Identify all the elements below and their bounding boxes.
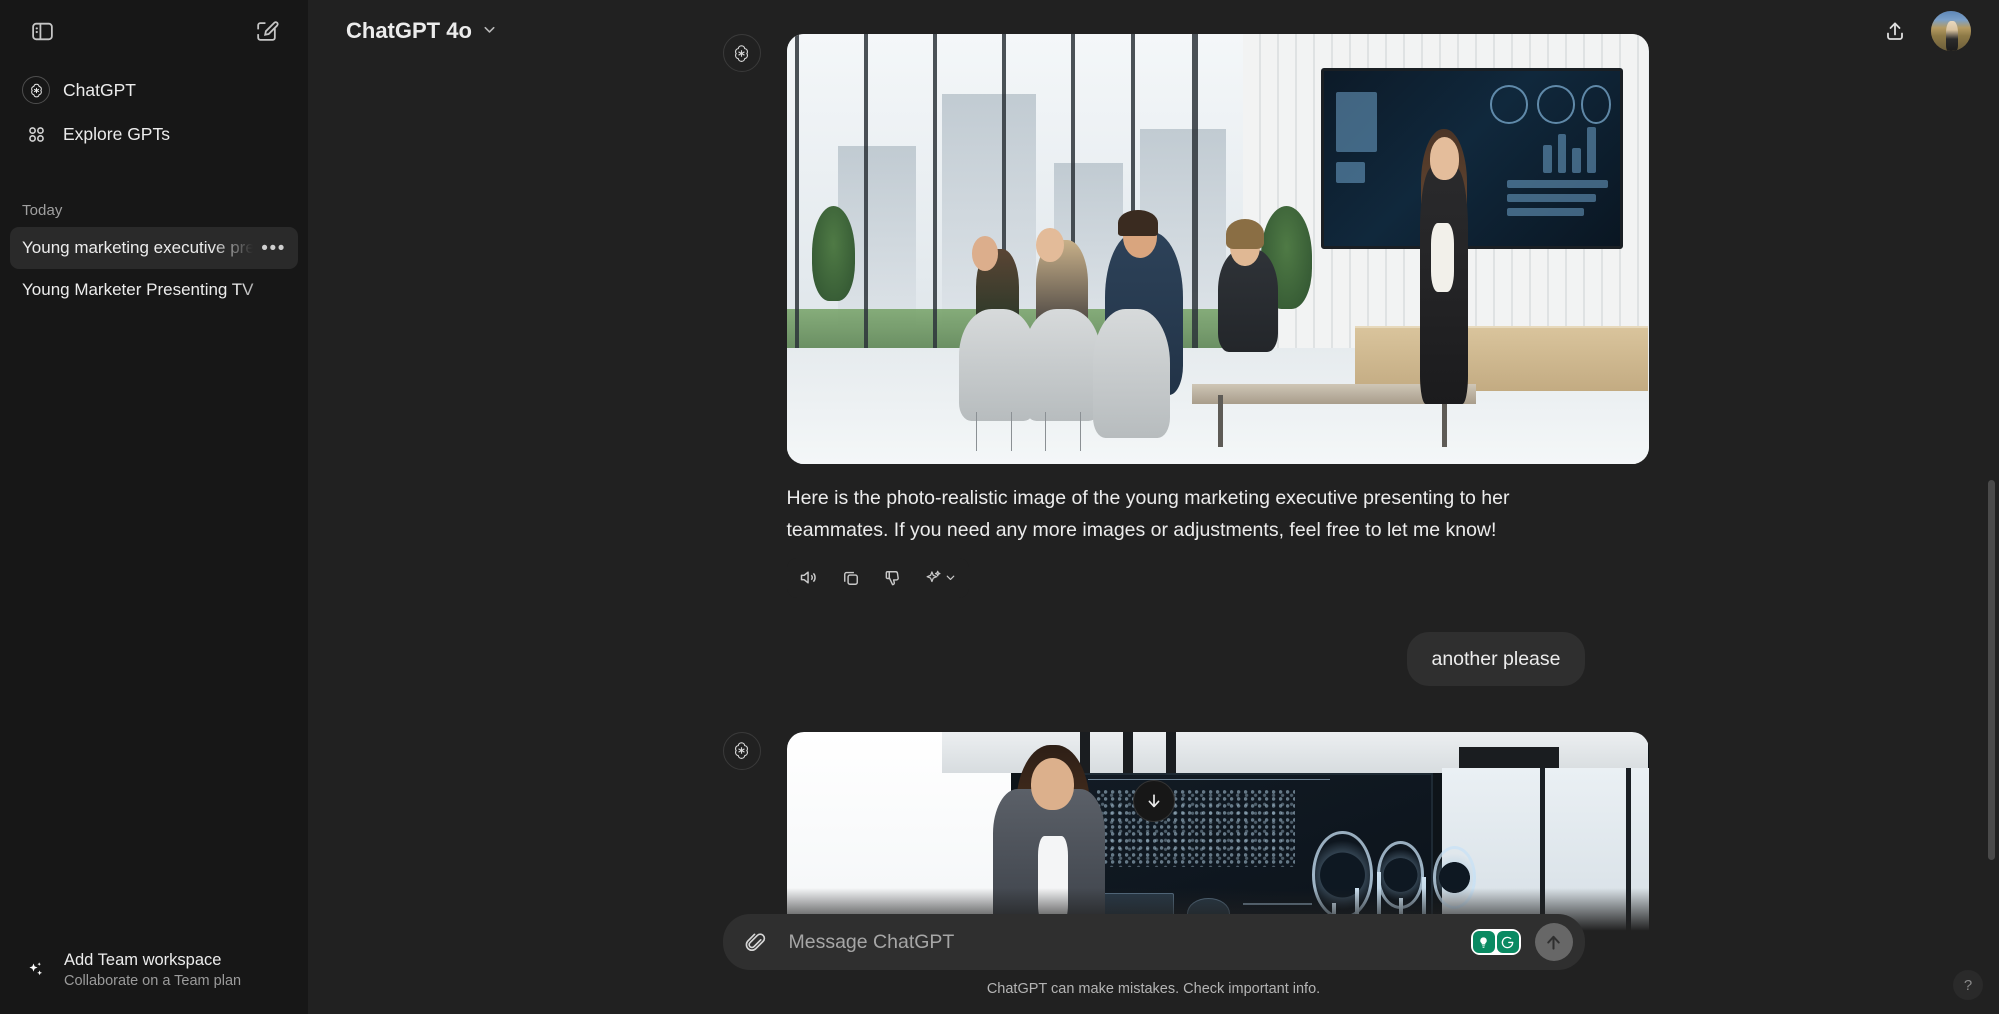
composer-area: ChatGPT can make mistakes. Check importa… — [308, 888, 1999, 1014]
thumbs-down-icon[interactable] — [875, 560, 911, 596]
sparkles-icon — [22, 957, 50, 985]
grammarly-suggestion-icon[interactable] — [1472, 931, 1495, 953]
message-thread: Here is the photo-realistic image of the… — [722, 0, 1649, 992]
grid-squares-icon — [22, 120, 50, 148]
conversation-scroll-area[interactable]: Here is the photo-realistic image of the… — [308, 0, 1999, 1014]
sparkle-icon[interactable] — [917, 560, 965, 596]
user-avatar[interactable] — [1931, 11, 1971, 51]
sidebar-item-label: Explore GPTs — [63, 123, 170, 144]
user-message-row: another please — [723, 631, 1585, 686]
grammarly-logo-icon[interactable] — [1496, 931, 1519, 953]
sidebar-nav: ChatGPT Explore GPTs — [0, 68, 308, 156]
sidebar-section-today: Today — [22, 202, 63, 219]
chatgpt-app: ChatGPT Explore GPTs Today Young marketi… — [0, 0, 1999, 1014]
sidebar-item-chatgpt[interactable]: ChatGPT — [10, 68, 298, 112]
openai-logo-icon — [22, 76, 50, 104]
sidebar-toggle-icon[interactable] — [22, 11, 62, 51]
chat-history-list: Young marketing executive pre ••• Young … — [0, 227, 308, 311]
speaker-icon[interactable] — [791, 560, 827, 596]
send-button[interactable] — [1534, 923, 1573, 961]
sidebar-header — [0, 0, 308, 62]
paperclip-icon[interactable] — [737, 923, 775, 961]
model-selector[interactable]: ChatGPT 4o — [334, 11, 510, 51]
scroll-to-bottom-button[interactable] — [1132, 780, 1175, 822]
chat-title: Young marketing executive pre — [22, 238, 254, 257]
add-team-workspace-button[interactable]: Add Team workspace Collaborate on a Team… — [10, 941, 298, 1000]
copy-icon[interactable] — [833, 560, 869, 596]
chevron-down-icon — [481, 18, 498, 44]
assistant-message-text: Here is the photo-realistic image of the… — [786, 487, 1510, 541]
user-message-bubble: another please — [1407, 631, 1585, 686]
model-name: ChatGPT 4o — [346, 18, 472, 43]
share-upload-icon[interactable] — [1875, 11, 1915, 51]
openai-logo-icon — [722, 731, 761, 770]
team-workspace-subtitle: Collaborate on a Team plan — [64, 972, 242, 989]
team-workspace-title: Add Team workspace — [64, 951, 222, 970]
grammarly-extension-badges[interactable] — [1470, 929, 1521, 955]
disclaimer-text: ChatGPT can make mistakes. Check importa… — [986, 981, 1321, 997]
sidebar-item-explore-gpts[interactable]: Explore GPTs — [10, 112, 298, 156]
main-panel: ChatGPT 4o Here is the photo-realistic i… — [308, 0, 1999, 1014]
chat-history-item-active[interactable]: Young marketing executive pre ••• — [10, 227, 298, 269]
chat-history-item[interactable]: Young Marketer Presenting TV — [10, 269, 298, 311]
chat-options-icon[interactable]: ••• — [253, 239, 286, 258]
generated-image-conference-room[interactable] — [786, 34, 1649, 464]
assistant-message: Here is the photo-realistic image of the… — [722, 0, 1649, 598]
new-chat-pencil-icon[interactable] — [246, 11, 286, 51]
sidebar-footer: Add Team workspace Collaborate on a Team… — [0, 941, 308, 1014]
sidebar: ChatGPT Explore GPTs Today Young marketi… — [0, 0, 308, 1014]
message-input[interactable] — [782, 930, 1463, 954]
help-button[interactable]: ? — [1953, 970, 1983, 1000]
message-composer — [722, 914, 1585, 970]
top-bar: ChatGPT 4o — [308, 0, 1999, 62]
message-actions — [786, 557, 969, 598]
vertical-scrollbar[interactable] — [1988, 480, 1995, 860]
chat-title: Young Marketer Presenting TV — [22, 280, 254, 299]
top-bar-actions — [1875, 11, 1971, 51]
sidebar-item-label: ChatGPT — [63, 79, 136, 100]
